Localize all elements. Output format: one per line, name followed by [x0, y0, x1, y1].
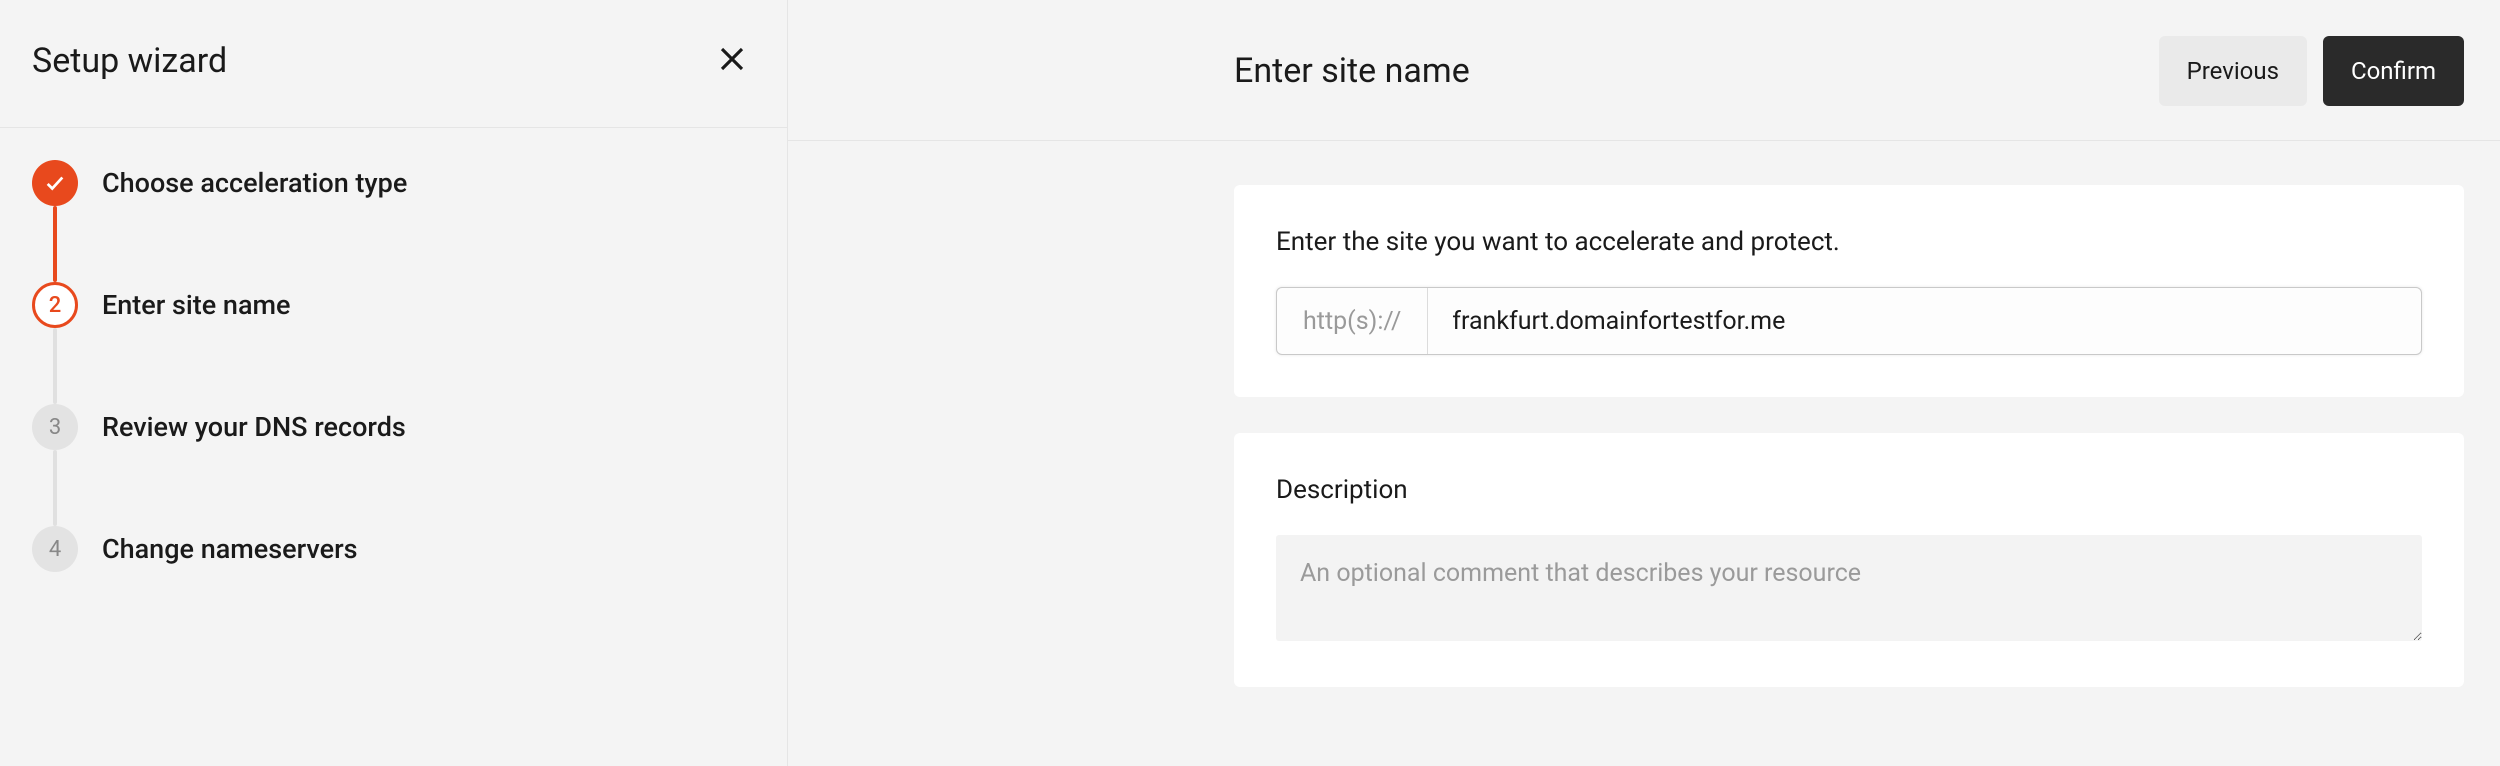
- sidebar: Setup wizard Choose acceleration type 2: [0, 0, 788, 766]
- main-header: Enter site name Previous Confirm: [788, 0, 2500, 141]
- step-marker-completed: [32, 160, 78, 206]
- step-marker-pending: 4: [32, 526, 78, 572]
- site-url-input[interactable]: [1428, 288, 2421, 354]
- site-name-label: Enter the site you want to accelerate an…: [1276, 227, 2422, 257]
- sidebar-header: Setup wizard: [0, 0, 787, 128]
- description-textarea[interactable]: [1276, 535, 2422, 641]
- step-connector: [53, 206, 57, 282]
- close-icon: [717, 44, 747, 74]
- step-connector: [53, 328, 57, 404]
- site-url-input-group: http(s)://: [1276, 287, 2422, 355]
- step-label: Enter site name: [102, 289, 291, 321]
- main-panel: Enter site name Previous Confirm Enter t…: [788, 0, 2500, 766]
- step-connector: [53, 450, 57, 526]
- check-icon: [44, 172, 66, 194]
- step-review-dns[interactable]: 3 Review your DNS records: [32, 404, 755, 450]
- main-content: Enter the site you want to accelerate an…: [788, 141, 2500, 723]
- step-choose-acceleration[interactable]: Choose acceleration type: [32, 160, 755, 206]
- sidebar-title: Setup wizard: [32, 41, 227, 81]
- step-marker-current: 2: [32, 282, 78, 328]
- step-enter-site-name[interactable]: 2 Enter site name: [32, 282, 755, 328]
- confirm-button[interactable]: Confirm: [2323, 36, 2464, 106]
- step-change-nameservers[interactable]: 4 Change nameservers: [32, 526, 755, 572]
- previous-button[interactable]: Previous: [2159, 36, 2307, 106]
- step-marker-pending: 3: [32, 404, 78, 450]
- main-actions: Previous Confirm: [2159, 36, 2464, 106]
- description-label: Description: [1276, 475, 2422, 505]
- step-label: Choose acceleration type: [102, 167, 407, 199]
- step-label: Change nameservers: [102, 533, 358, 565]
- close-button[interactable]: [709, 36, 755, 85]
- site-name-card: Enter the site you want to accelerate an…: [1234, 185, 2464, 397]
- step-label: Review your DNS records: [102, 411, 406, 443]
- url-prefix: http(s)://: [1277, 288, 1428, 354]
- wizard-steps: Choose acceleration type 2 Enter site na…: [0, 128, 787, 604]
- description-card: Description: [1234, 433, 2464, 687]
- page-title: Enter site name: [1234, 51, 1470, 91]
